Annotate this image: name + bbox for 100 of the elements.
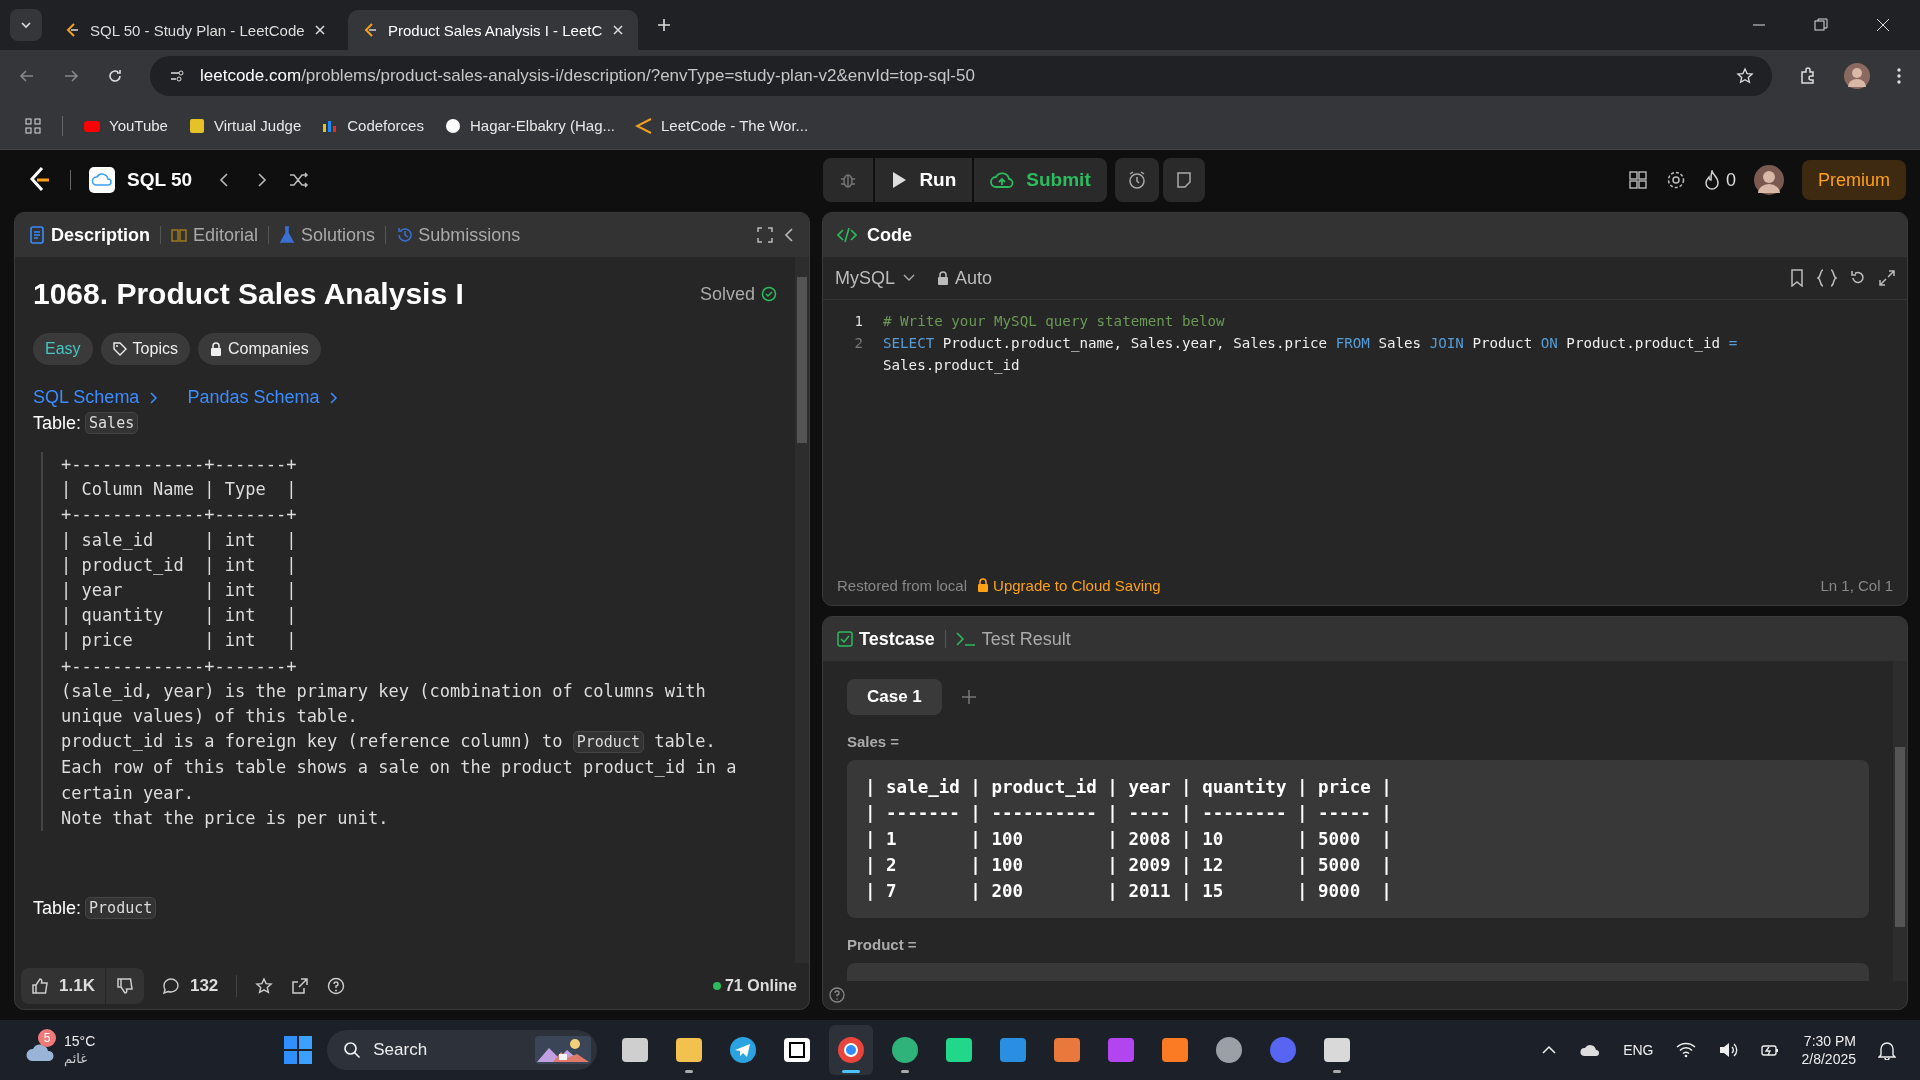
apps-grid-icon[interactable] — [24, 116, 42, 135]
reload-icon[interactable] — [106, 67, 124, 85]
windows-icon[interactable] — [283, 1035, 314, 1065]
submit-button[interactable]: Submit — [974, 158, 1107, 202]
restore-icon[interactable] — [1814, 18, 1828, 32]
note-text: Each row of this table shows a sale on the product product_id in a certain year. — [61, 756, 738, 805]
language-dropdown[interactable]: MySQL — [835, 267, 915, 289]
lock-icon — [977, 578, 990, 592]
upgrade-link[interactable]: Upgrade to Cloud Saving — [977, 576, 1161, 594]
temperature: 15°C — [64, 1033, 96, 1050]
thumbs-up-icon[interactable] — [31, 977, 49, 995]
bookmark[interactable]: LeetCode - The Wor... — [635, 117, 809, 134]
streak-counter[interactable]: 0 — [1703, 169, 1736, 191]
help-icon[interactable] — [829, 987, 845, 1003]
settings-icon[interactable] — [1665, 170, 1686, 190]
leetcode-logo-icon — [362, 22, 378, 38]
star-icon[interactable] — [255, 977, 274, 995]
search-box[interactable]: Search — [327, 1030, 598, 1070]
bookmark[interactable]: YouTube — [83, 117, 168, 134]
restore-status: Restored from local — [837, 576, 968, 594]
comment-count: 132 — [189, 976, 219, 996]
panel-tab[interactable]: Test Result — [955, 628, 1071, 650]
language-indicator[interactable]: ENG — [1623, 1042, 1654, 1058]
bell-icon[interactable] — [1878, 1040, 1896, 1060]
new-tab-icon[interactable] — [656, 17, 672, 33]
note-text: (sale_id, year) is the primary key (combination of columns with unique values) of this table. — [61, 679, 707, 729]
timer-button[interactable] — [1114, 158, 1159, 202]
schema-link[interactable]: Pandas Schema — [187, 387, 340, 408]
case-tab[interactable]: Case 1 — [847, 679, 942, 715]
notes-button[interactable] — [1162, 158, 1205, 202]
volume-icon[interactable] — [1717, 1042, 1738, 1058]
schema-link[interactable]: SQL Schema — [33, 387, 160, 408]
browser-tab[interactable]: Product Sales Analysis I - LeetC — [348, 10, 638, 50]
study-plan-title[interactable]: SQL 50 — [127, 169, 193, 191]
close-icon[interactable] — [612, 24, 624, 36]
input-field[interactable]: | sale_id | product_id | year | quantity | price | | ------- | ---------- | ---- | -------- | ----- | | 1 | 100 | 2008 | 10 | 5000 | | 2 | 100 | 2009 | 12 | 5000 | | 7 | 200 | 2011 | 15 | 9000 | — [847, 760, 1869, 918]
shuffle-icon[interactable] — [288, 171, 311, 189]
weather-condition: غائم — [64, 1050, 89, 1067]
difficulty-tag: Easy — [33, 333, 93, 365]
debug-button[interactable] — [823, 158, 874, 202]
wifi-icon[interactable] — [1675, 1042, 1696, 1058]
vote-buttons[interactable]: 1.1K — [21, 968, 144, 1004]
star-icon[interactable] — [1736, 67, 1754, 85]
tab-list-button[interactable] — [10, 9, 42, 41]
tag-button[interactable]: Topics — [100, 333, 190, 365]
taskbar-app[interactable] — [829, 1025, 874, 1075]
fullscreen-icon[interactable] — [757, 227, 773, 243]
tag-button[interactable]: Companies — [197, 333, 321, 365]
add-icon[interactable] — [959, 688, 978, 706]
line-number: 2 — [853, 334, 864, 353]
checkbox-icon — [837, 631, 853, 647]
close-icon[interactable] — [314, 24, 326, 36]
browser-tab[interactable]: SQL 50 - Study Plan - LeetCode — [50, 10, 340, 50]
panel-tab[interactable]: Editorial — [171, 224, 259, 246]
like-count: 1.1K — [59, 976, 95, 996]
battery-icon[interactable] — [1759, 1042, 1780, 1058]
url-text: leetcode.com/problems/product-sales-analysis-i/description/?envType=study-plan-v2&envId=top-sql-50 — [200, 66, 975, 86]
lock-icon — [209, 342, 222, 356]
menu-icon[interactable] — [1896, 67, 1902, 85]
thumbs-down-icon[interactable] — [115, 977, 134, 995]
address-bar[interactable]: leetcode.com/problems/product-sales-analysis-i/description/?envType=study-plan-v2&envId=top-sql-50 — [150, 56, 1772, 96]
play-icon — [891, 171, 908, 189]
avatar-icon[interactable] — [1844, 63, 1870, 89]
avatar-icon[interactable] — [1754, 165, 1784, 195]
premium-button[interactable]: Premium — [1802, 160, 1906, 200]
panel-tab[interactable]: Solutions — [279, 224, 376, 246]
terminal-icon — [955, 631, 976, 647]
close-icon[interactable] — [1876, 18, 1890, 32]
share-icon[interactable] — [291, 977, 310, 995]
solved-status: Solved — [699, 283, 755, 305]
cloud-icon[interactable] — [1579, 1042, 1602, 1058]
schema-line: +-------------+-------+ — [61, 453, 298, 476]
schema-line: +-------------+-------+ — [61, 654, 298, 678]
table-label: Table: — [33, 412, 82, 434]
online-dot — [712, 982, 721, 990]
comment-icon[interactable] — [161, 977, 180, 995]
bookmark[interactable]: Hagar-Elbakry (Hag... — [443, 117, 616, 134]
panel-tab[interactable]: Description — [29, 224, 151, 246]
scrollbar[interactable] — [1893, 661, 1907, 981]
bookmark-icon — [443, 117, 462, 134]
bookmark-icon[interactable] — [1789, 269, 1805, 287]
site-settings-icon[interactable] — [168, 67, 186, 85]
run-button[interactable]: Run — [875, 158, 973, 202]
clock[interactable]: 7:30 PM 2/8/2025 — [1801, 1032, 1856, 1068]
scrollbar[interactable] — [795, 257, 809, 963]
help-icon[interactable] — [327, 977, 346, 995]
expand-icon[interactable] — [1879, 270, 1895, 286]
bookmark[interactable]: Codeforces — [321, 117, 424, 134]
braces-icon[interactable] — [1817, 269, 1837, 287]
layout-icon[interactable] — [1627, 170, 1648, 190]
collapse-icon[interactable] — [783, 227, 795, 243]
panel-tab[interactable]: Testcase — [837, 628, 935, 650]
problem-title: 1068. Product Sales Analysis I — [33, 277, 465, 311]
leetcode-logo-icon — [64, 22, 80, 38]
schema-line: | sale_id | int | — [61, 528, 298, 552]
note-text: product_id is a foreign key (reference column) to Product table. — [61, 730, 717, 756]
panel-tab[interactable]: Submissions — [396, 224, 521, 246]
table-label: Table: — [33, 897, 82, 919]
bookmark[interactable]: Virtual Judge — [187, 117, 302, 134]
tab-title: SQL 50 - Study Plan - LeetCode — [90, 21, 304, 39]
